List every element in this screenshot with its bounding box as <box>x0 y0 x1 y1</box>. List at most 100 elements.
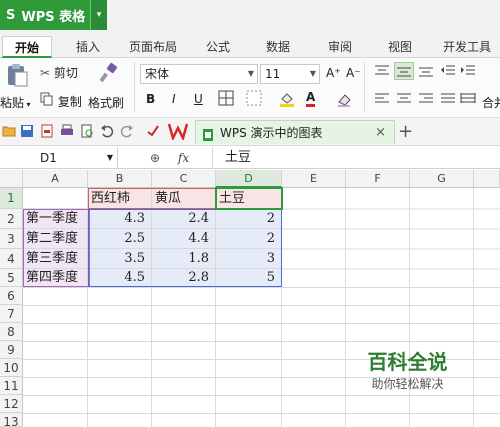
tab-review[interactable]: 审阅 <box>320 36 360 58</box>
watermark-subtitle: 助你轻松解决 <box>371 377 444 391</box>
underline-button[interactable]: U <box>194 92 203 106</box>
watermark-logo: 百科全说 助你轻松解决 <box>345 350 470 398</box>
tab-insert[interactable]: 插入 <box>68 36 108 58</box>
row-header[interactable]: 8 <box>0 323 23 341</box>
align-bottom-icon[interactable] <box>418 64 434 81</box>
font-name-select[interactable]: 宋体 ▼ <box>140 64 258 84</box>
column-header-partial[interactable] <box>474 170 500 188</box>
align-left-icon[interactable] <box>374 92 390 109</box>
clear-format-icon[interactable] <box>336 90 354 111</box>
copy-label: 复制 <box>57 95 82 109</box>
merge-center-button[interactable]: 合并 <box>482 94 500 111</box>
tab-view[interactable]: 视图 <box>380 36 420 58</box>
tab-formula[interactable]: 公式 <box>198 36 238 58</box>
border-icon[interactable] <box>218 90 234 109</box>
formula-bar: D1 ▼ ⊕ fx 土豆 <box>0 147 500 169</box>
tab-developer[interactable]: 开发工具 <box>436 36 498 58</box>
copy-icon <box>40 92 54 109</box>
align-middle-icon[interactable] <box>394 62 414 80</box>
formula-tools: ⊕ fx <box>150 147 189 169</box>
row-header[interactable]: 6 <box>0 287 23 305</box>
redo-icon[interactable] <box>120 124 134 141</box>
row-header[interactable]: 13 <box>0 413 23 427</box>
fill-color-icon[interactable] <box>278 90 296 111</box>
row-header[interactable]: 11 <box>0 377 23 395</box>
zoom-icon[interactable]: ⊕ <box>150 151 160 165</box>
align-top-icon[interactable] <box>374 64 390 81</box>
shrink-font-button[interactable]: A⁻ <box>346 66 361 80</box>
print-preview-icon[interactable] <box>80 124 94 141</box>
name-box[interactable]: D1 ▼ <box>0 147 118 169</box>
row-header[interactable]: 10 <box>0 359 23 377</box>
font-color-button[interactable]: A <box>306 90 316 107</box>
watermark-title: 百科全说 <box>367 350 448 374</box>
paste-label: 粘贴 <box>0 96 25 110</box>
tab-data[interactable]: 数据 <box>258 36 298 58</box>
row-header[interactable]: 9 <box>0 341 23 359</box>
column-header[interactable]: F <box>346 170 410 188</box>
save-icon[interactable] <box>20 124 34 141</box>
format-painter-label[interactable]: 格式刷 <box>88 94 124 111</box>
app-title: WPS 表格 <box>21 9 86 25</box>
export-pdf-icon[interactable] <box>40 124 54 141</box>
close-tab-icon[interactable]: × <box>375 121 386 145</box>
tab-home[interactable]: 开始 <box>2 36 52 58</box>
align-center-icon[interactable] <box>396 92 412 109</box>
font-size-value: 11 <box>265 67 281 81</box>
column-header[interactable]: D <box>216 170 282 188</box>
app-menu-button[interactable]: S WPS 表格 <box>0 0 95 30</box>
insert-function-button[interactable]: fx <box>178 151 189 165</box>
select-all-corner[interactable] <box>0 170 23 188</box>
format-painter-icon[interactable] <box>98 62 120 87</box>
document-tab[interactable]: WPS 演示中的图表 × <box>195 120 395 144</box>
row-header[interactable]: 4 <box>0 249 23 269</box>
ribbon-divider <box>364 62 365 112</box>
print-icon[interactable] <box>60 124 74 141</box>
title-bar: S WPS 表格 ▾ <box>0 0 500 36</box>
row-header[interactable]: 7 <box>0 305 23 323</box>
grow-font-button[interactable]: A⁺ <box>326 66 341 80</box>
chevron-down-icon: ▼ <box>106 153 113 162</box>
cut-button[interactable]: ✂ 剪切 <box>40 64 78 81</box>
new-tab-icon[interactable]: + <box>398 121 413 142</box>
copy-button[interactable]: 复制 <box>40 92 82 110</box>
name-box-value: D1 <box>40 151 57 165</box>
row-header[interactable]: 2 <box>0 209 23 229</box>
ribbon-toolbar: 粘贴 ▾ ✂ 剪切 复制 格式刷 宋体 ▼ 11 ▼ A⁺ A⁻ B I U A <box>0 58 500 118</box>
column-header[interactable]: A <box>23 170 88 188</box>
justify-icon[interactable] <box>440 92 456 109</box>
font-name-value: 宋体 <box>145 67 170 81</box>
distributed-align-icon[interactable] <box>460 92 476 109</box>
column-header[interactable]: G <box>410 170 474 188</box>
column-header[interactable]: C <box>152 170 216 188</box>
row-header[interactable]: 1 <box>0 188 23 209</box>
wps-logo-icon: S <box>6 7 16 23</box>
row-header[interactable]: 3 <box>0 229 23 249</box>
increase-indent-icon[interactable] <box>460 64 476 81</box>
scissors-icon: ✂ <box>40 66 51 80</box>
formula-input[interactable]: 土豆 <box>212 147 500 169</box>
open-folder-icon[interactable] <box>2 124 16 141</box>
row-header[interactable]: 5 <box>0 269 23 287</box>
italic-button[interactable]: I <box>172 92 176 106</box>
tab-page-layout[interactable]: 页面布局 <box>122 36 184 58</box>
decrease-indent-icon[interactable] <box>440 64 456 81</box>
column-header[interactable]: E <box>282 170 346 188</box>
chevron-down-icon: ▼ <box>309 69 316 78</box>
align-right-icon[interactable] <box>418 92 434 109</box>
cut-label: 剪切 <box>53 66 78 80</box>
ribbon-tabs: 开始 插入 页面布局 公式 数据 审阅 视图 开发工具 <box>0 36 500 58</box>
paste-icon[interactable] <box>4 62 32 90</box>
customize-toolbar-icon[interactable] <box>146 123 160 140</box>
wps-home-logo-icon[interactable] <box>167 122 189 143</box>
column-header[interactable]: B <box>88 170 152 188</box>
document-tab-label: WPS 演示中的图表 <box>220 126 323 140</box>
font-size-select[interactable]: 11 ▼ <box>260 64 320 84</box>
paste-button[interactable]: 粘贴 ▾ <box>0 94 31 111</box>
row-header[interactable]: 12 <box>0 395 23 413</box>
cell-fill-pattern-icon[interactable] <box>246 90 262 109</box>
bold-button[interactable]: B <box>146 92 155 106</box>
undo-icon[interactable] <box>100 124 114 141</box>
app-menu-dropdown-icon[interactable]: ▾ <box>90 0 107 30</box>
ribbon-divider <box>134 62 135 112</box>
